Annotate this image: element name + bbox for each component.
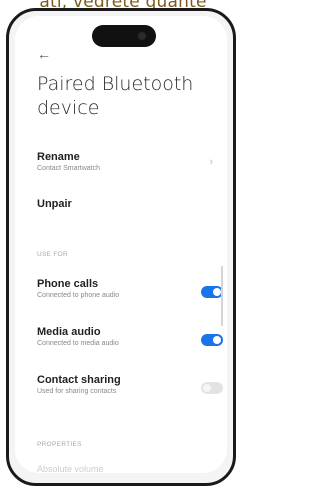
contact-sharing-toggle[interactable] <box>201 382 223 394</box>
toggle-knob <box>203 384 211 392</box>
toggle-knob <box>213 288 221 296</box>
page-title: Paired Bluetooth device <box>37 73 194 119</box>
unpair-row[interactable]: Unpair <box>37 198 223 210</box>
unpair-label: Unpair <box>37 198 72 210</box>
media-audio-label: Media audio <box>37 326 101 338</box>
section-properties: PROPERTIES <box>37 441 82 448</box>
camera-icon <box>138 32 146 40</box>
rename-label: Rename <box>37 151 80 163</box>
screen: ← Paired Bluetooth device Rename Contact… <box>15 16 227 473</box>
phone-calls-label: Phone calls <box>37 278 99 290</box>
media-audio-sub: Connected to media audio <box>37 340 119 347</box>
contact-sharing-row[interactable]: Contact sharing Used for sharing contact… <box>37 374 223 395</box>
toggle-knob <box>213 336 221 344</box>
media-audio-row[interactable]: Media audio Connected to media audio <box>37 326 223 347</box>
back-arrow-icon[interactable]: ← <box>37 46 51 62</box>
media-audio-toggle[interactable] <box>201 334 223 346</box>
section-use-for: USE FOR <box>37 251 68 258</box>
dynamic-island <box>92 25 156 47</box>
chevron-right-icon: › <box>209 156 213 168</box>
rename-row[interactable]: Rename Contact Smartwatch › <box>37 151 223 172</box>
contact-sharing-label: Contact sharing <box>37 374 121 386</box>
device-name: Contact Smartwatch <box>37 165 101 172</box>
scrollbar[interactable] <box>221 266 223 326</box>
phone-calls-sub: Connected to phone audio <box>37 292 120 299</box>
phone-calls-toggle[interactable] <box>201 286 223 298</box>
phone-frame: ← Paired Bluetooth device Rename Contact… <box>6 8 236 486</box>
contact-sharing-sub: Used for sharing contacts <box>37 388 117 395</box>
phone-calls-row[interactable]: Phone calls Connected to phone audio <box>37 278 223 299</box>
absolute-volume-row[interactable]: Absolute volume <box>37 464 104 473</box>
